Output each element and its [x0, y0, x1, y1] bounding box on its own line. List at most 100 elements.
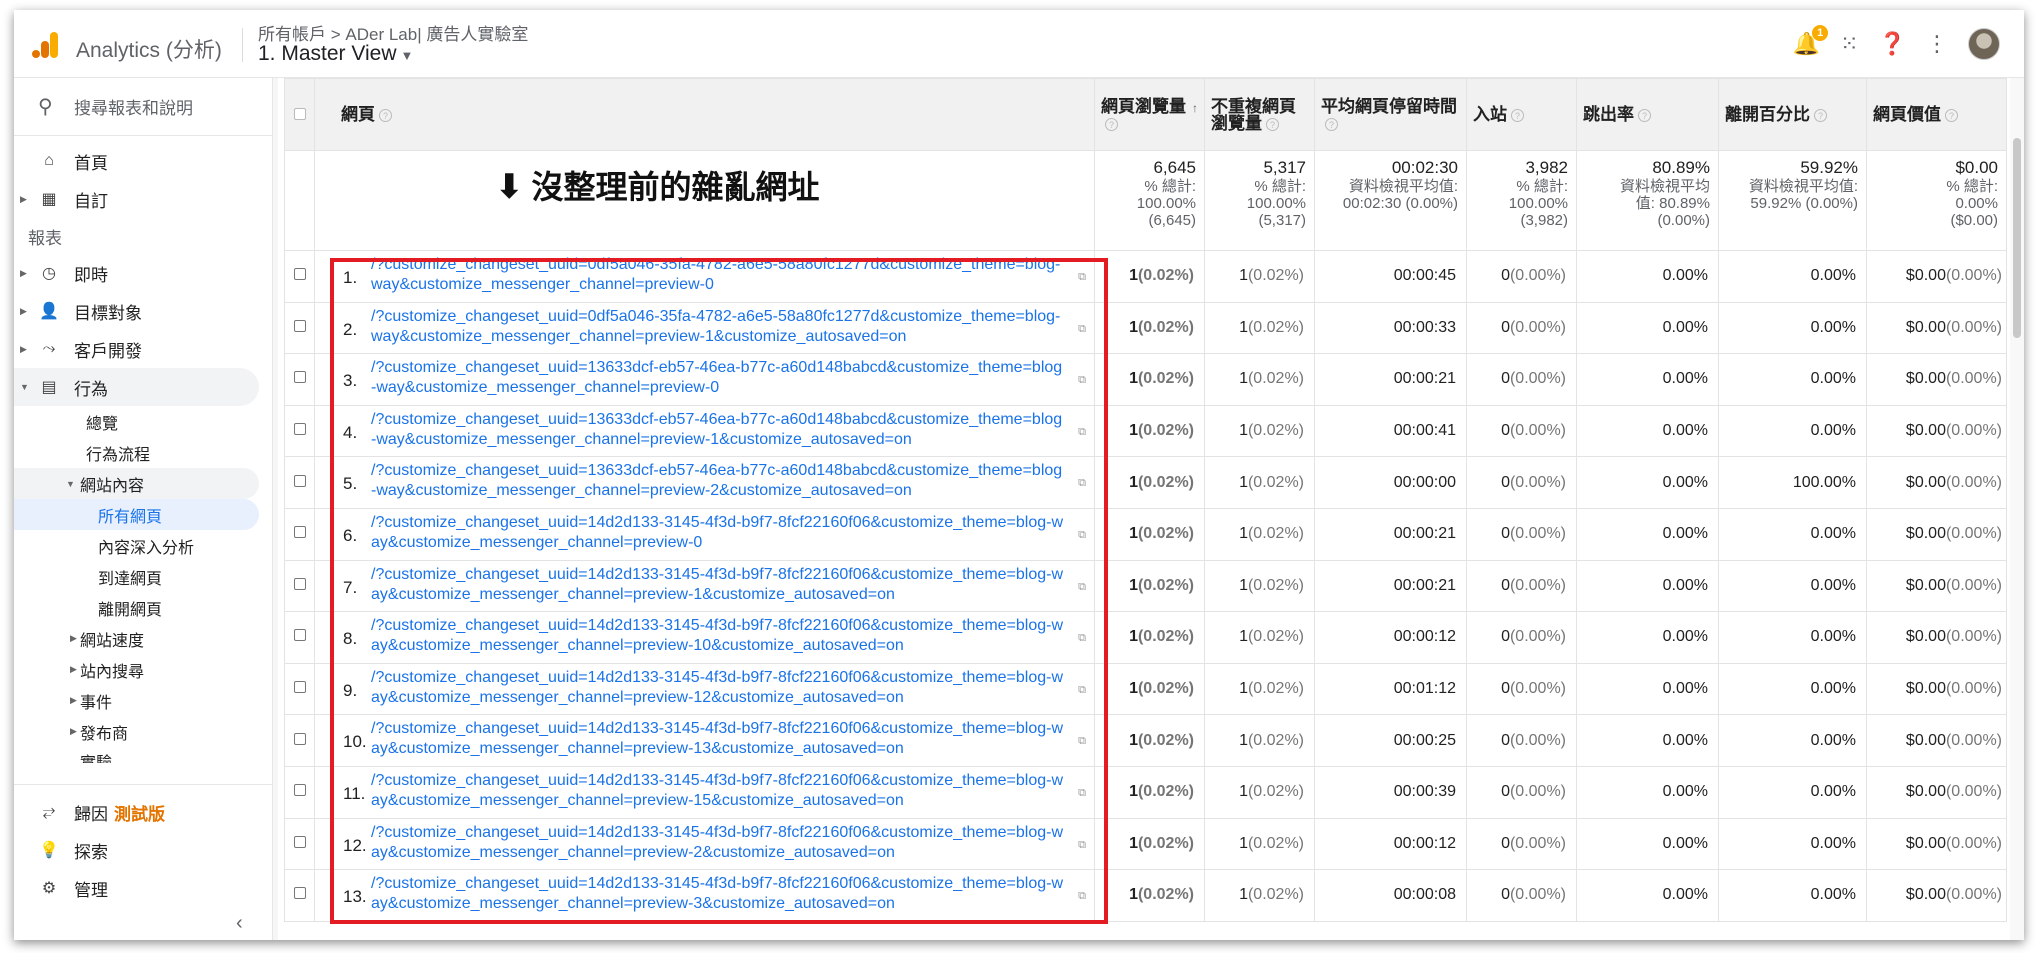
- sidebar-item-behavior[interactable]: ▼ ▤ 行為: [14, 368, 259, 406]
- page-url-link[interactable]: /?customize_changeset_uuid=0df5a046-35fa…: [371, 307, 1067, 347]
- page-url-link[interactable]: /?customize_changeset_uuid=14d2d133-3145…: [371, 668, 1067, 708]
- help-icon[interactable]: ?: [1266, 117, 1279, 131]
- open-external-icon[interactable]: ⧉: [1078, 529, 1086, 542]
- sidebar-item-admin[interactable]: ⚙ 管理: [14, 869, 272, 907]
- page-url-link[interactable]: /?customize_changeset_uuid=14d2d133-3145…: [371, 771, 1067, 811]
- collapse-sidebar-icon[interactable]: ‹: [236, 912, 243, 935]
- open-external-icon[interactable]: ⧉: [1078, 684, 1086, 697]
- sidebar-item-site-speed[interactable]: ▶ 網站速度: [14, 623, 272, 654]
- page-url-link[interactable]: /?customize_changeset_uuid=0df5a046-35fa…: [371, 255, 1067, 295]
- page-url-link[interactable]: /?customize_changeset_uuid=13633dcf-eb57…: [371, 358, 1067, 398]
- open-external-icon[interactable]: ⧉: [1078, 581, 1086, 594]
- open-external-icon[interactable]: ⧉: [1078, 271, 1086, 284]
- row-checkbox[interactable]: [293, 629, 306, 642]
- sidebar-item-custom[interactable]: ▶ ▦ 自訂: [14, 180, 272, 218]
- help-icon[interactable]: ?: [1638, 109, 1651, 123]
- select-all-checkbox[interactable]: [293, 108, 306, 120]
- row-checkbox[interactable]: [293, 474, 306, 487]
- sidebar-item-overview[interactable]: 總覽: [14, 406, 272, 437]
- search-input[interactable]: 搜尋報表和說明: [74, 94, 193, 119]
- scrollbar-thumb[interactable]: [2013, 138, 2021, 338]
- row-checkbox[interactable]: [293, 577, 306, 590]
- entrances-pct: (0.00%): [1509, 267, 1566, 285]
- row-checkbox[interactable]: [293, 681, 306, 694]
- help-icon[interactable]: ?: [1325, 117, 1338, 131]
- open-external-icon[interactable]: ⧉: [1078, 323, 1086, 336]
- col-header-unique-pageviews[interactable]: 不重複網頁瀏覽量?: [1204, 78, 1315, 151]
- row-checkbox[interactable]: [293, 268, 306, 281]
- page-url-link[interactable]: /?customize_changeset_uuid=14d2d133-3145…: [371, 874, 1067, 914]
- apps-grid-icon[interactable]: ⁙: [1840, 33, 1858, 55]
- search-reports[interactable]: ⚲ 搜尋報表和說明: [14, 78, 272, 136]
- unique-pageviews-pct: (0.02%): [1247, 731, 1304, 749]
- avatar[interactable]: [1968, 28, 2000, 60]
- vertical-scrollbar[interactable]: [2010, 78, 2024, 940]
- open-external-icon[interactable]: ⧉: [1078, 632, 1086, 645]
- help-icon[interactable]: ?: [1814, 109, 1827, 123]
- row-checkbox[interactable]: [293, 784, 306, 797]
- sidebar-item-label: 探索: [74, 842, 108, 862]
- help-icon[interactable]: ?: [379, 109, 392, 123]
- sidebar-item-home[interactable]: ⌂ 首頁: [14, 142, 272, 180]
- open-external-icon[interactable]: ⧉: [1078, 890, 1086, 903]
- sidebar-item-realtime[interactable]: ▶ ◷ 即時: [14, 254, 272, 292]
- table-row: 4. /?customize_changeset_uuid=13633dcf-eb…: [284, 404, 2007, 458]
- open-external-icon[interactable]: ⧉: [1078, 477, 1086, 490]
- sidebar-item-discover[interactable]: 💡 探索: [14, 831, 272, 869]
- col-header-entrances[interactable]: 入站?: [1466, 78, 1577, 151]
- pageviews-value: 1: [1129, 370, 1138, 388]
- sidebar-item-behavior-flow[interactable]: 行為流程: [14, 437, 272, 468]
- sidebar-item-exit-pages[interactable]: 離開網頁: [14, 592, 272, 623]
- sidebar-item-site-search[interactable]: ▶ 站內搜尋: [14, 654, 272, 685]
- page-value-value: $0.00: [1905, 473, 1946, 491]
- page-cell: 12./?customize_changeset_uuid=14d2d133-3…: [314, 817, 1095, 871]
- page-url-link[interactable]: /?customize_changeset_uuid=13633dcf-eb57…: [371, 461, 1067, 501]
- total-value: 3,982: [1525, 158, 1568, 177]
- row-checkbox[interactable]: [293, 423, 306, 436]
- sidebar-item-publisher[interactable]: ▶ 發布商: [14, 716, 272, 747]
- open-external-icon[interactable]: ⧉: [1078, 426, 1086, 439]
- row-checkbox[interactable]: [293, 371, 306, 384]
- row-checkbox[interactable]: [293, 526, 306, 539]
- unique-pageviews-value: 1: [1239, 267, 1248, 285]
- page-url-link[interactable]: /?customize_changeset_uuid=14d2d133-3145…: [371, 513, 1067, 553]
- open-external-icon[interactable]: ⧉: [1078, 839, 1086, 852]
- sidebar-item-site-content[interactable]: ▼ 網站內容: [14, 468, 259, 499]
- analytics-logo-icon[interactable]: [30, 30, 60, 60]
- open-external-icon[interactable]: ⧉: [1078, 735, 1086, 748]
- sidebar-item-events[interactable]: ▶ 事件: [14, 685, 272, 716]
- open-external-icon[interactable]: ⧉: [1078, 374, 1086, 387]
- page-url-link[interactable]: /?customize_changeset_uuid=14d2d133-3145…: [371, 719, 1067, 759]
- row-checkbox[interactable]: [293, 732, 306, 745]
- page-url-link[interactable]: /?customize_changeset_uuid=14d2d133-3145…: [371, 565, 1067, 605]
- row-checkbox[interactable]: [293, 887, 306, 900]
- col-header-pageviews[interactable]: ↑ 網頁瀏覽量?: [1094, 78, 1205, 151]
- more-vert-icon[interactable]: ⋮: [1926, 33, 1948, 55]
- view-selector[interactable]: 1. Master View ▼: [258, 42, 413, 66]
- col-header-avg-time[interactable]: 平均網頁停留時間?: [1314, 78, 1467, 151]
- sidebar-item-experiments[interactable]: 實驗: [14, 747, 272, 763]
- sidebar-item-all-pages[interactable]: 所有網頁: [14, 499, 259, 530]
- help-icon[interactable]: ?: [1511, 109, 1524, 123]
- sidebar-item-audience[interactable]: ▶ 👤 目標對象: [14, 292, 272, 330]
- entrances-pct: (0.00%): [1509, 731, 1566, 749]
- row-checkbox[interactable]: [293, 319, 306, 332]
- sidebar-item-content-drilldown[interactable]: 內容深入分析: [14, 530, 272, 561]
- page-url-link[interactable]: /?customize_changeset_uuid=14d2d133-3145…: [371, 823, 1067, 863]
- row-checkbox[interactable]: [293, 835, 306, 848]
- sidebar-item-attribution[interactable]: ⥂ 歸因 測試版: [14, 793, 272, 831]
- help-icon[interactable]: ❓: [1879, 33, 1906, 55]
- help-icon[interactable]: ?: [1945, 109, 1958, 123]
- notifications-bell-icon[interactable]: 🔔 1: [1793, 25, 1829, 55]
- page-url-link[interactable]: /?customize_changeset_uuid=14d2d133-3145…: [371, 616, 1067, 656]
- col-header-bounce-rate[interactable]: 跳出率?: [1576, 78, 1719, 151]
- col-header-exit-pct[interactable]: 離開百分比?: [1718, 78, 1867, 151]
- sidebar-item-acquisition[interactable]: ▶ ⤳ 客戶開發: [14, 330, 272, 368]
- col-header-page-value[interactable]: 網頁價值?: [1866, 78, 2007, 151]
- open-external-icon[interactable]: ⧉: [1078, 787, 1086, 800]
- sidebar-item-landing-pages[interactable]: 到達網頁: [14, 561, 272, 592]
- entrances-value: 0: [1501, 783, 1510, 801]
- page-url-link[interactable]: /?customize_changeset_uuid=13633dcf-eb57…: [371, 410, 1067, 450]
- col-header-page[interactable]: 網頁?: [314, 78, 1095, 151]
- help-icon[interactable]: ?: [1105, 117, 1118, 131]
